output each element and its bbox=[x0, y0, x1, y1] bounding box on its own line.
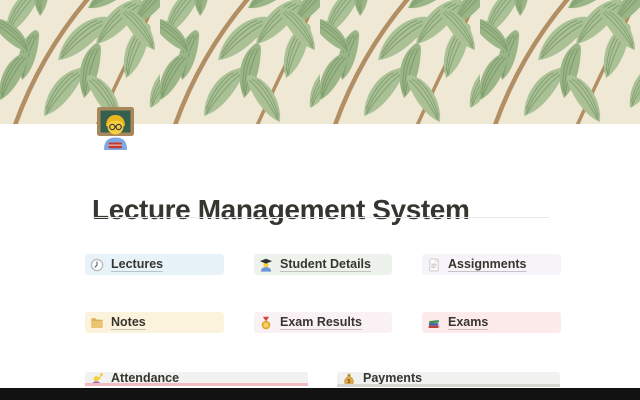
student-icon bbox=[259, 258, 273, 272]
notion-page: Lecture Management System Lectures Stude… bbox=[0, 0, 640, 400]
section-label: Assignments bbox=[448, 257, 527, 272]
section-label: Lectures bbox=[111, 257, 164, 272]
folder-icon bbox=[91, 317, 103, 328]
section-label: Exam Results bbox=[280, 315, 362, 330]
page-title: Lecture Management System bbox=[92, 193, 470, 225]
page-icon bbox=[429, 258, 439, 271]
cutoff-sliver-gray bbox=[337, 384, 560, 387]
section-link-exam-results[interactable]: Exam Results bbox=[254, 312, 392, 333]
divider-line bbox=[92, 217, 549, 218]
books-icon bbox=[428, 319, 440, 328]
section-link-lectures[interactable]: Lectures bbox=[85, 254, 224, 275]
section-label: Exams bbox=[448, 315, 489, 330]
woman-teacher-icon[interactable] bbox=[92, 104, 138, 150]
section-label: Student Details bbox=[280, 257, 371, 272]
section-link-notes[interactable]: Notes bbox=[85, 312, 224, 333]
bottom-letterbox-bar bbox=[0, 388, 640, 400]
cutoff-sliver-red bbox=[85, 383, 308, 386]
section-label: Notes bbox=[111, 315, 146, 330]
section-label: Payments bbox=[363, 372, 423, 385]
section-link-exams[interactable]: Exams bbox=[422, 312, 561, 333]
clock-icon bbox=[90, 258, 104, 271]
section-link-student-details[interactable]: Student Details bbox=[254, 254, 392, 275]
medal-icon bbox=[261, 316, 271, 329]
section-link-assignments[interactable]: Assignments bbox=[422, 254, 561, 275]
